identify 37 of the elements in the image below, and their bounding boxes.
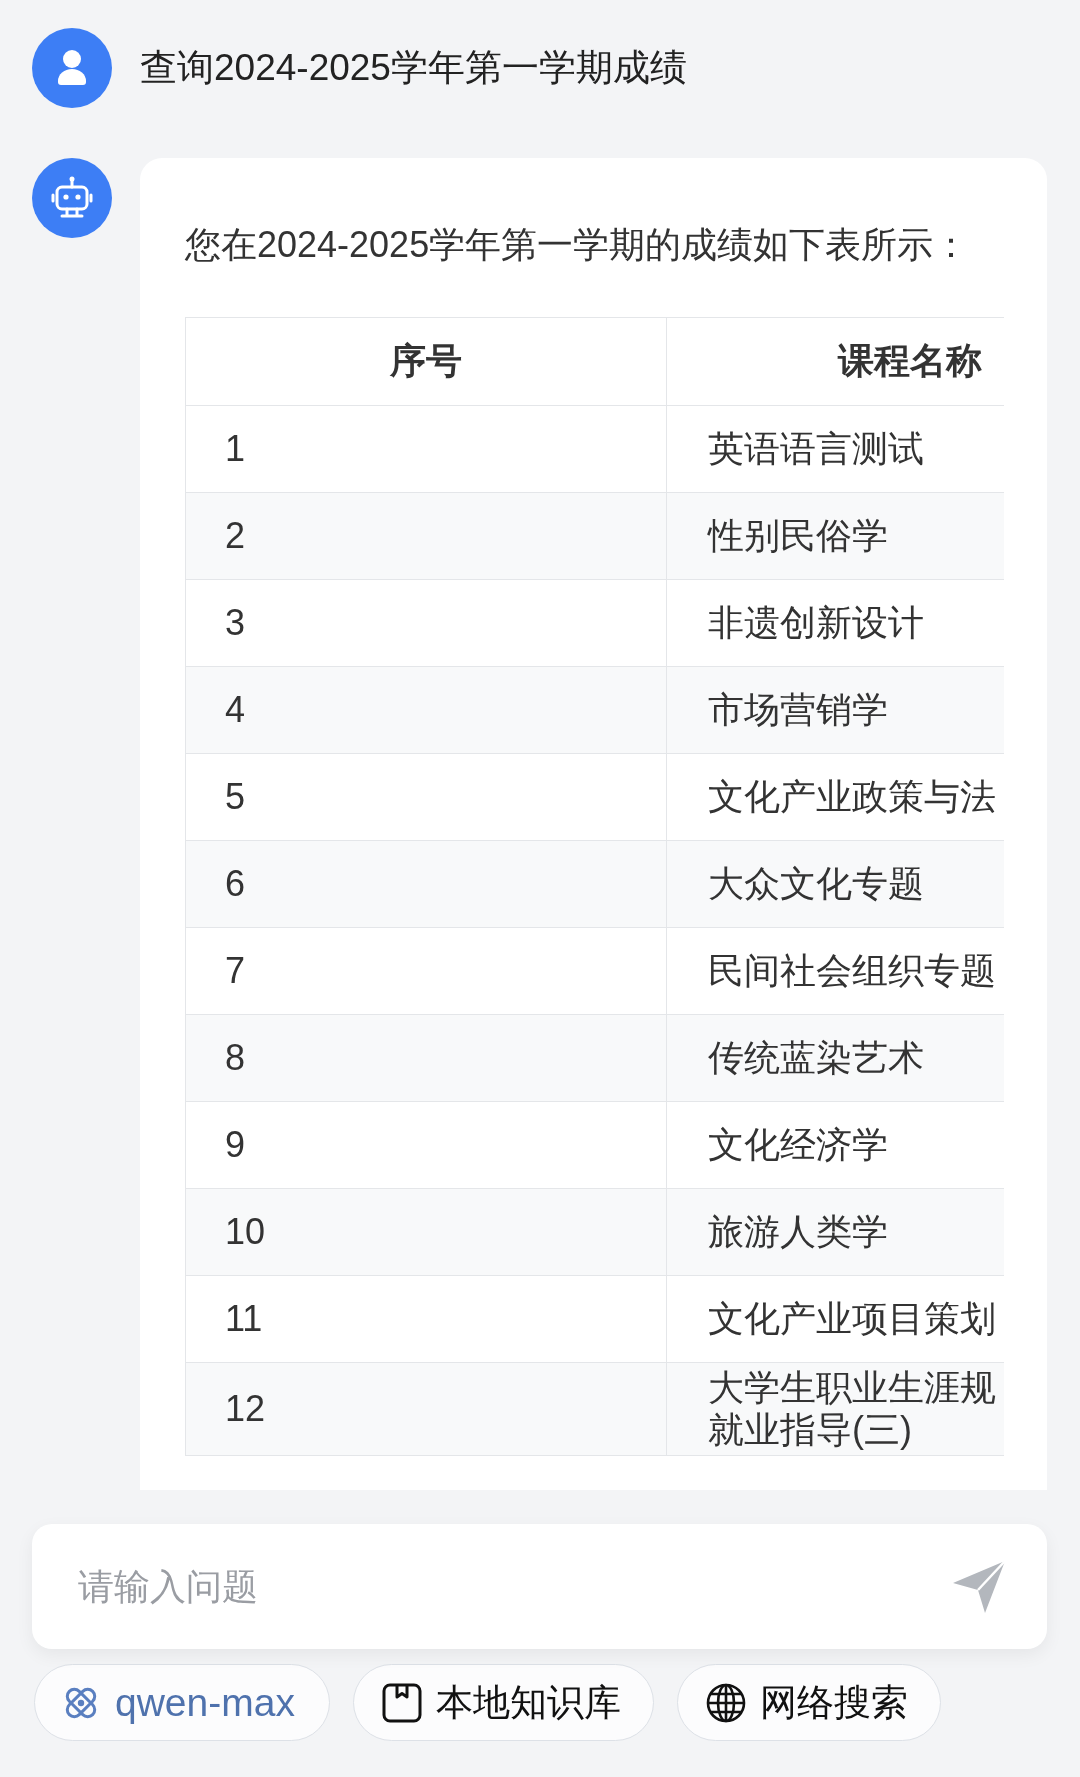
table-cell: 4 [185, 666, 667, 754]
table-cell: 文化产业政策与法 [666, 753, 1004, 841]
robot-avatar-icon [32, 158, 112, 238]
table-cell: 文化产业项目策划 [666, 1275, 1004, 1363]
knowledge-base-chip[interactable]: 本地知识库 [352, 1664, 654, 1741]
box-icon [381, 1682, 422, 1723]
table-cell: 3 [185, 579, 667, 667]
table-cell: 非遗创新设计 [666, 579, 1004, 667]
question-input[interactable]: 请输入问题 [32, 1524, 1047, 1649]
model-chip[interactable]: qwen-max [34, 1664, 330, 1741]
table-cell: 11 [185, 1275, 667, 1363]
table-cell: 旅游人类学 [666, 1188, 1004, 1276]
table-cell: 7 [185, 927, 667, 1015]
table-cell: 6 [185, 840, 667, 928]
send-icon[interactable] [951, 1559, 1007, 1615]
column-header: 序号 [185, 317, 667, 406]
table-cell: 文化经济学 [666, 1101, 1004, 1189]
table-cell: 1 [185, 405, 667, 493]
table-cell: 12 [185, 1362, 667, 1456]
table-cell: 5 [185, 753, 667, 841]
table-cell: 2 [185, 492, 667, 580]
question-text: 查询2024-2025学年第一学期成绩 [140, 46, 687, 90]
table-cell: 传统蓝染艺术 [666, 1014, 1004, 1102]
web-search-chip[interactable]: 网络搜索 [676, 1664, 941, 1741]
table-cell: 8 [185, 1014, 667, 1102]
table-cell: 英语语言测试 [666, 405, 1004, 493]
table-cell: 10 [185, 1188, 667, 1276]
table-cell: 性别民俗学 [666, 492, 1004, 580]
table-cell: 大学生职业生涯规就业指导(三) [666, 1362, 1004, 1456]
table-cell: 民间社会组织专题 [666, 927, 1004, 1015]
table-cell: 市场营销学 [666, 666, 1004, 754]
table-cell: 9 [185, 1101, 667, 1189]
answer-text: 您在2024-2025学年第一学期的成绩如下表所示： [185, 223, 971, 267]
globe-icon [705, 1682, 746, 1723]
table-cell: 大众文化专题 [666, 840, 1004, 928]
column-header: 课程名称 [666, 317, 1004, 406]
person-avatar-icon [32, 28, 112, 108]
